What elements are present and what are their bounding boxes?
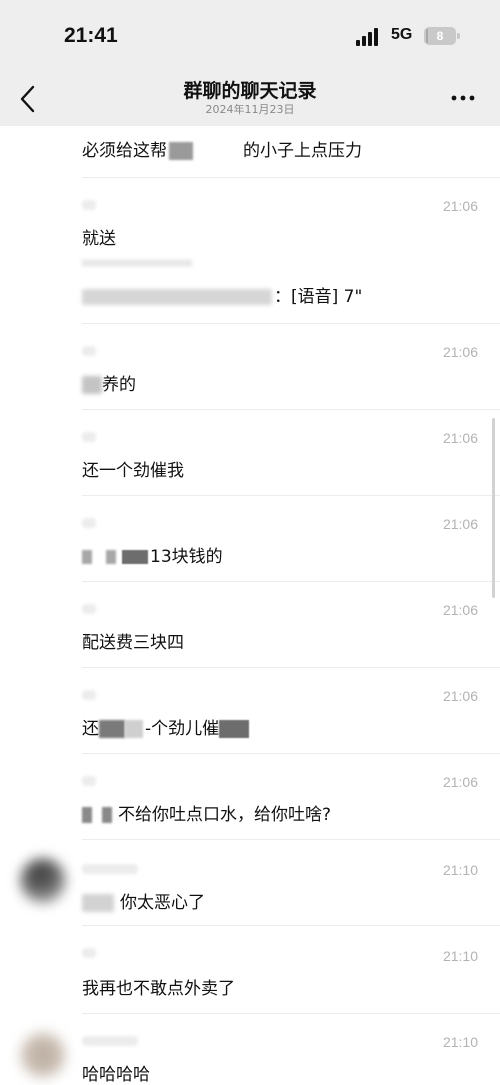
nav-bar: 群聊的聊天记录 2024年11月23日: [0, 72, 500, 126]
message-text: 哈哈哈哈: [82, 1065, 150, 1085]
voice-message[interactable]: ：[语音] 7": [82, 282, 362, 307]
message-time: 21:06: [442, 774, 478, 790]
sender-name: [82, 690, 96, 700]
redacted-block: [82, 550, 92, 564]
list-item: 21:06 就送 ：[语音] 7": [0, 178, 500, 324]
voice-label: ：[语音] 7": [274, 287, 363, 307]
message-text: 必须给这帮 的小子上点压力: [82, 136, 362, 161]
message-text: 还一个劲催我: [82, 461, 184, 481]
status-bar: 21:41 5G 8: [0, 0, 500, 72]
message-time: 21:10: [442, 862, 478, 878]
message-text: 不给你吐点口水，给你吐啥?: [82, 800, 331, 825]
signal-icon: [356, 28, 382, 46]
redacted-block: [82, 807, 92, 823]
message-text: 你太恶心了: [82, 888, 205, 913]
avatar[interactable]: [20, 858, 66, 904]
redacted-block: [82, 894, 114, 912]
sender-name: [82, 200, 96, 210]
list-item: 21:06 还一个劲催我: [0, 410, 500, 496]
list-item: 21:10 哈哈哈哈: [0, 1014, 500, 1085]
message-time: 21:06: [442, 516, 478, 532]
sender-name: [82, 432, 96, 442]
list-item: 21:06 还 -个劲儿催: [0, 668, 500, 754]
message-text-part: -个劲儿催: [145, 719, 220, 739]
sender-name: [82, 776, 96, 786]
redacted-block: [195, 142, 243, 160]
message-time: 21:10: [442, 948, 478, 964]
redacted-block: [82, 289, 272, 305]
battery-percent: 8: [436, 29, 444, 43]
sender-name: [82, 948, 96, 958]
sender-name: [82, 864, 138, 874]
message-text: 13块钱的: [82, 542, 223, 567]
redacted-block: [102, 807, 112, 823]
message-text-part: 不给你吐点口水，给你吐啥?: [118, 805, 332, 825]
battery-icon: 8: [424, 27, 460, 45]
sender-name: [82, 518, 96, 528]
scrollbar[interactable]: [492, 418, 495, 598]
message-text: 还 -个劲儿催: [82, 714, 250, 739]
message-time: 21:06: [442, 602, 478, 618]
message-time: 21:06: [442, 344, 478, 360]
sender-name: [82, 1036, 138, 1046]
list-item: 21:06 13块钱的: [0, 496, 500, 582]
message-time: 21:06: [442, 688, 478, 704]
more-horizontal-icon[interactable]: [448, 88, 478, 108]
message-text: 配送费三块四: [82, 633, 184, 653]
list-item: 21:06 养的: [0, 324, 500, 410]
redacted-block: [125, 720, 143, 738]
redacted-block: [106, 550, 116, 564]
message-text-part: 还: [82, 719, 99, 739]
list-item: 21:06 不给你吐点口水，给你吐啥?: [0, 754, 500, 840]
list-item: 21:10 你太恶心了: [0, 840, 500, 926]
message-time: 21:06: [442, 198, 478, 214]
list-item: 21:10 我再也不敢点外卖了: [0, 926, 500, 1014]
message-text-part: 必须给这帮: [82, 141, 167, 161]
message-text: 我再也不敢点外卖了: [82, 979, 235, 999]
sender-name: [82, 346, 96, 356]
network-label: 5G: [391, 26, 413, 43]
list-item: 必须给这帮 的小子上点压力: [0, 126, 500, 178]
redacted-block: [219, 720, 250, 738]
redacted-block: [122, 550, 148, 564]
message-time: 21:10: [442, 1034, 478, 1050]
message-text: 养的: [82, 370, 136, 395]
message-text-part: 养的: [102, 375, 136, 395]
list-item: 21:06 配送费三块四: [0, 582, 500, 668]
redacted-block: [99, 720, 125, 738]
message-text-part: 你太恶心了: [120, 893, 205, 913]
message-text-part: 13块钱的: [150, 547, 223, 567]
message-time: 21:06: [442, 430, 478, 446]
avatar[interactable]: [20, 1032, 66, 1078]
status-time: 21:41: [64, 24, 118, 47]
redacted-block: [169, 142, 193, 160]
page-title: 群聊的聊天记录: [183, 80, 317, 102]
message-text-part: 的小子上点压力: [243, 141, 362, 161]
sender-name: [82, 604, 96, 614]
message-text: 就送: [82, 229, 116, 249]
page-date: 2024年11月23日: [205, 103, 295, 116]
redacted-line: [82, 260, 192, 266]
redacted-block: [82, 376, 102, 394]
